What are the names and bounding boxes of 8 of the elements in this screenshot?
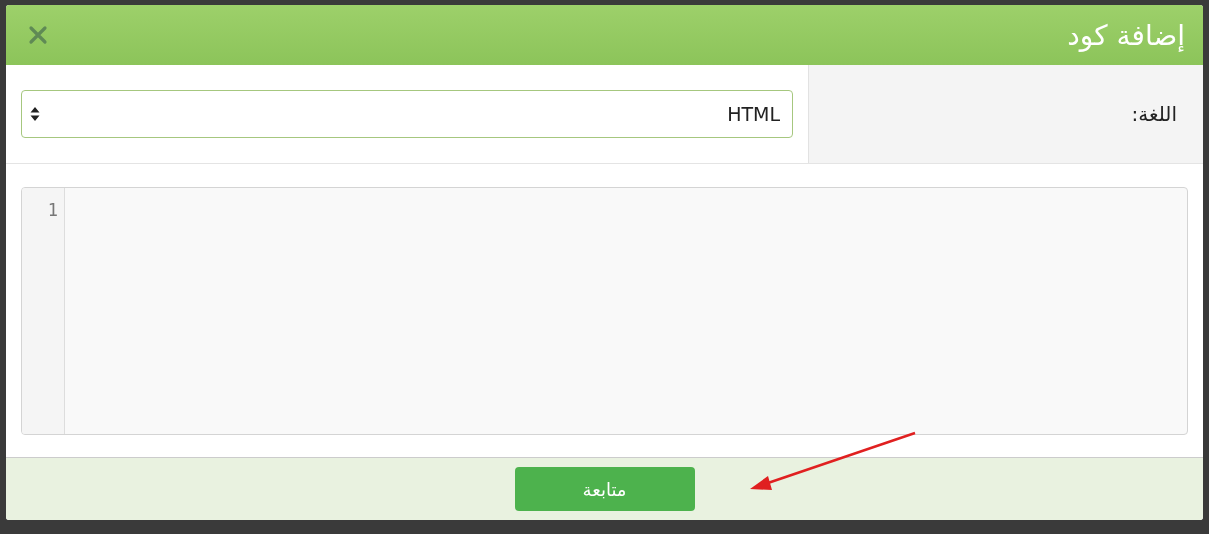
language-select[interactable]: HTML	[21, 90, 793, 138]
line-number: 1	[47, 200, 58, 220]
continue-button[interactable]: متابعة	[514, 467, 695, 511]
language-label: اللغة:	[1131, 102, 1177, 126]
sort-arrows-icon	[30, 106, 40, 122]
close-icon	[28, 25, 48, 45]
dialog-title: إضافة كود	[1067, 18, 1185, 52]
code-editor[interactable]: 1	[21, 187, 1188, 435]
